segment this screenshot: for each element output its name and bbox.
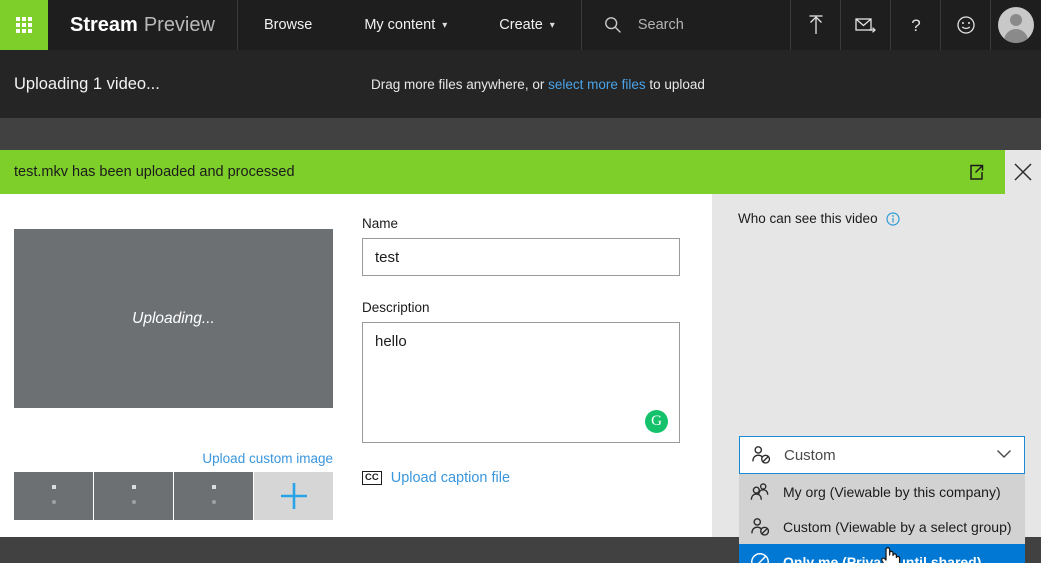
nav-item-create-label: Create: [499, 17, 543, 33]
dropdown-option-custom[interactable]: Custom (Viewable by a select group): [739, 509, 1025, 544]
name-input[interactable]: [362, 238, 680, 276]
avatar-head: [1010, 14, 1022, 26]
thumbnail-strip: [14, 472, 333, 520]
thumbnail-dot: [51, 485, 56, 489]
upload-drag-hint: Drag more files anywhere, or select more…: [371, 77, 705, 92]
thumbnail-dot: [211, 485, 216, 489]
brand-name: Stream: [70, 13, 138, 36]
upload-caption-file-link[interactable]: Upload caption file: [391, 470, 510, 486]
nav-item-create[interactable]: Create ▾: [473, 0, 581, 50]
upload-hint-prefix: Drag more files anywhere, or: [371, 76, 549, 92]
dropdown-option-only-me[interactable]: Only me (Private until shared): [739, 544, 1025, 563]
nav-item-browse-label: Browse: [263, 17, 313, 33]
grammarly-letter: G: [651, 413, 662, 429]
upload-custom-image-link[interactable]: Upload custom image: [14, 451, 333, 466]
search-input[interactable]: Search: [580, 0, 791, 50]
grammarly-badge-icon[interactable]: G: [645, 410, 668, 433]
upload-status-bar: Uploading 1 video... Drag more files any…: [0, 50, 1041, 118]
nav-links: Browse My content ▾ Create ▾: [238, 0, 581, 50]
thumbnail-option[interactable]: [14, 472, 93, 520]
thumbnail-option[interactable]: [94, 472, 173, 520]
permissions-label: Who can see this video: [738, 211, 878, 226]
thumbnail-dot: [131, 485, 136, 489]
feedback-smiley-icon[interactable]: [941, 0, 991, 50]
select-more-files-link[interactable]: select more files: [548, 77, 646, 92]
app-launcher-waffle-icon[interactable]: [0, 0, 48, 50]
upload-caption-file-row[interactable]: CC Upload caption file: [362, 470, 680, 486]
stream-upload-page: Stream Preview Browse My content ▾ Creat…: [0, 0, 1041, 563]
cc-icon: CC: [362, 471, 382, 485]
close-icon[interactable]: [1005, 150, 1041, 194]
plus-icon: [280, 483, 307, 509]
info-icon[interactable]: [885, 211, 900, 226]
thumbnail-dot: [131, 500, 136, 504]
thumbnail-option[interactable]: [174, 472, 253, 520]
chevron-down-icon: ▾: [549, 19, 555, 31]
permissions-label-row: Who can see this video: [738, 211, 900, 226]
dropdown-option-my-org[interactable]: My org (Viewable by this company): [739, 474, 1025, 509]
nav-item-my-content[interactable]: My content ▾: [338, 0, 473, 50]
top-navigation-bar: Stream Preview Browse My content ▾ Creat…: [0, 0, 1041, 50]
avatar: [998, 7, 1034, 43]
nav-item-browse[interactable]: Browse: [238, 0, 338, 50]
dropdown-option-label: Custom (Viewable by a select group): [783, 518, 1012, 535]
add-thumbnail-button[interactable]: [254, 472, 333, 520]
main-content: Uploading... Upload custom image Name te…: [0, 194, 1041, 563]
dropdown-option-label: Only me (Private until shared): [783, 553, 982, 563]
waffle-grid: [16, 17, 32, 33]
metadata-form: Name Description G CC Upload caption fil…: [362, 216, 680, 486]
person-restricted-icon: [750, 444, 772, 466]
permissions-dropdown-list: My org (Viewable by this company) Custom…: [739, 474, 1025, 563]
nav-item-my-content-label: My content: [364, 17, 436, 33]
upload-status-title: Uploading 1 video...: [14, 74, 160, 93]
chevron-down-icon: ▾: [442, 19, 448, 31]
description-wrapper: G: [362, 322, 680, 443]
svg-text:?: ?: [911, 16, 920, 35]
mail-icon[interactable]: [841, 0, 891, 50]
permissions-selected-value: Custom: [784, 446, 836, 464]
avatar-body: [1004, 29, 1028, 43]
description-label: Description: [362, 300, 430, 315]
brand-suffix: Preview: [143, 13, 215, 36]
name-label: Name: [362, 216, 399, 231]
help-icon[interactable]: ?: [891, 0, 941, 50]
circle-slash-icon: [749, 551, 771, 563]
success-banner-message: test.mkv has been uploaded and processed: [14, 164, 295, 180]
dropdown-option-label: My org (Viewable by this company): [783, 483, 1001, 500]
people-group-icon: [749, 481, 771, 503]
thumbnail-dot: [211, 500, 216, 504]
upload-icon[interactable]: [791, 0, 841, 50]
brand-title[interactable]: Stream Preview: [48, 0, 238, 50]
thumbnail-dot: [51, 500, 56, 504]
chevron-down-icon: [996, 446, 1012, 464]
section-divider-strip: [0, 118, 1041, 150]
video-preview: Uploading...: [14, 229, 333, 408]
description-input[interactable]: [362, 322, 680, 443]
upload-hint-suffix: to upload: [645, 76, 705, 92]
video-preview-column: Uploading... Upload custom image: [14, 229, 333, 520]
search-icon: [604, 16, 622, 34]
search-placeholder: Search: [637, 17, 684, 33]
person-restricted-icon: [749, 516, 771, 538]
success-banner: test.mkv has been uploaded and processed: [0, 150, 1005, 194]
permissions-combobox[interactable]: Custom: [739, 436, 1025, 474]
share-icon[interactable]: [963, 159, 989, 185]
video-preview-label: Uploading...: [132, 309, 215, 327]
user-avatar[interactable]: [991, 0, 1041, 50]
